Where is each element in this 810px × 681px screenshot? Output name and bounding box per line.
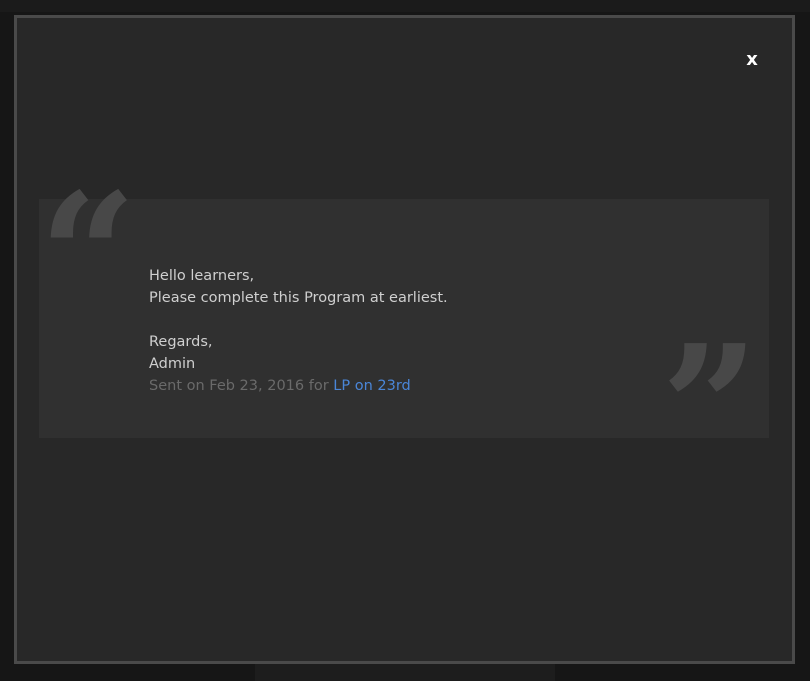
message-modal: x “ ” Hello learners, Please complete th… <box>14 15 795 664</box>
message-closing: Regards, <box>149 334 213 350</box>
message-meta: Sent on Feb 23, 2016 for LP on 23rd <box>149 375 749 397</box>
program-link[interactable]: LP on 23rd <box>333 378 410 394</box>
message-body: Hello learners, Please complete this Pro… <box>149 265 749 397</box>
sent-date-text: Sent on Feb 23, 2016 for <box>149 378 334 394</box>
background-page-header <box>0 0 810 12</box>
message-signature: Admin <box>149 356 196 372</box>
close-button[interactable]: x <box>742 48 762 72</box>
message-text: Please complete this Program at earliest… <box>149 290 448 306</box>
message-greeting: Hello learners, <box>149 268 255 284</box>
background-page-footer <box>255 662 555 681</box>
open-quote-icon: “ <box>39 156 137 356</box>
message-quote-card: “ ” Hello learners, Please complete this… <box>39 171 769 493</box>
message-spacer <box>149 309 749 331</box>
